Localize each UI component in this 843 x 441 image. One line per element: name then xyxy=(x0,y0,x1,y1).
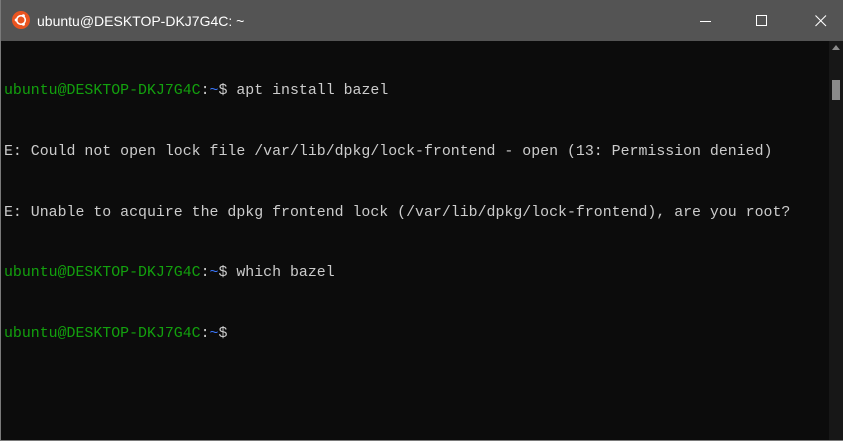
minimize-icon xyxy=(700,21,711,22)
prompt-line: ubuntu@DESKTOP-DKJ7G4C:~$ which bazel xyxy=(4,263,829,283)
minimize-button[interactable] xyxy=(683,0,729,41)
window-title: ubuntu@DESKTOP-DKJ7G4C: ~ xyxy=(37,13,245,29)
prompt-user-host: ubuntu@DESKTOP-DKJ7G4C xyxy=(4,325,201,342)
maximize-icon xyxy=(756,15,767,26)
prompt-dollar: $ xyxy=(218,83,237,100)
error-line: E: Unable to acquire the dpkg frontend l… xyxy=(4,204,791,221)
prompt-separator: : xyxy=(200,265,210,282)
scrollbar-thumb[interactable] xyxy=(832,80,840,100)
terminal-output[interactable]: ubuntu@DESKTOP-DKJ7G4C:~$ apt install ba… xyxy=(1,41,829,440)
prompt-dollar: $ xyxy=(218,265,237,282)
vertical-scrollbar[interactable] xyxy=(829,41,843,440)
prompt-user-host: ubuntu@DESKTOP-DKJ7G4C xyxy=(4,265,201,282)
terminal-window: ubuntu@DESKTOP-DKJ7G4C: ~ ubuntu@DESKTOP… xyxy=(0,0,843,441)
prompt-line: ubuntu@DESKTOP-DKJ7G4C:~$ apt install ba… xyxy=(4,81,829,101)
command-text: apt install bazel xyxy=(236,83,389,100)
prompt-line: ubuntu@DESKTOP-DKJ7G4C:~$ xyxy=(4,324,829,344)
title-bar[interactable]: ubuntu@DESKTOP-DKJ7G4C: ~ xyxy=(1,0,843,41)
close-button[interactable] xyxy=(798,0,843,41)
prompt-user-host: ubuntu@DESKTOP-DKJ7G4C xyxy=(4,83,201,100)
command-text: which bazel xyxy=(236,265,335,282)
prompt-separator: : xyxy=(200,83,210,100)
scroll-up-arrow-icon[interactable] xyxy=(832,45,840,50)
maximize-button[interactable] xyxy=(739,0,785,41)
prompt-separator: : xyxy=(200,325,210,342)
close-icon xyxy=(815,15,827,27)
error-line: E: Could not open lock file /var/lib/dpk… xyxy=(4,144,773,160)
ubuntu-logo-icon[interactable] xyxy=(12,11,30,29)
prompt-dollar: $ xyxy=(218,325,228,342)
